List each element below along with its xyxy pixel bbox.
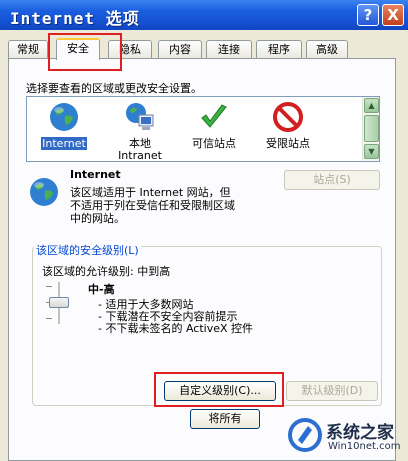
custom-level-button[interactable]: 自定义级别(C)... — [164, 381, 276, 401]
zone-label: 本地 Intranet — [118, 137, 162, 162]
globe-icon — [50, 103, 78, 131]
zone-internet[interactable]: Internet — [31, 101, 97, 150]
group-title: 该区域的安全级别(L) — [34, 242, 141, 258]
tab-security[interactable]: 安全 — [56, 38, 100, 60]
scroll-up-icon[interactable]: ▲ — [364, 98, 379, 113]
zone-label: 受限站点 — [266, 137, 310, 150]
tab-content[interactable]: 内容 — [158, 40, 202, 59]
globe-icon — [30, 178, 58, 206]
zone-description: 该区域适用于 Internet 网站，但 不适用于列在受信任和受限制区域 中的网… — [70, 186, 235, 225]
checkmark-icon — [201, 104, 227, 128]
title-bar: Internet 选项 ? X — [0, 0, 408, 30]
tab-privacy[interactable]: 隐私 — [108, 40, 152, 59]
no-entry-icon — [273, 102, 303, 132]
tab-programs[interactable]: 程序 — [256, 40, 302, 59]
zone-title: Internet — [70, 168, 121, 181]
tab-connections[interactable]: 连接 — [206, 40, 252, 59]
sites-button[interactable]: 站点(S) — [284, 170, 380, 190]
close-button[interactable]: X — [382, 4, 404, 26]
zone-trusted[interactable]: 可信站点 — [181, 101, 247, 150]
zone-label: Internet — [41, 137, 87, 150]
tab-general[interactable]: 常规 — [8, 40, 48, 59]
zone-prompt: 选择要查看的区域或更改安全设置。 — [26, 82, 202, 95]
allowed-levels: 该区域的允许级别: 中到高 — [42, 265, 171, 278]
zone-restricted[interactable]: 受限站点 — [255, 101, 321, 150]
default-level-button[interactable]: 默认级别(D) — [286, 381, 378, 401]
help-button[interactable]: ? — [357, 4, 379, 26]
zone-list[interactable]: Internet 本地 Intranet 可信站点 受限站点 ▲ ▼ — [26, 96, 380, 162]
window-title: Internet 选项 — [10, 9, 140, 28]
watermark-url: Win10net.com — [328, 441, 401, 452]
zone-intranet[interactable]: 本地 Intranet — [107, 101, 173, 162]
reset-all-button[interactable]: 将所有 — [190, 409, 260, 429]
level-name: 中-高 — [88, 283, 115, 296]
zone-list-scrollbar[interactable]: ▲ ▼ — [362, 97, 379, 161]
tab-advanced[interactable]: 高级 — [306, 40, 348, 59]
slider-thumb[interactable] — [49, 297, 69, 308]
scroll-down-icon[interactable]: ▼ — [364, 144, 379, 159]
logo-icon — [288, 418, 322, 452]
watermark-brand: 系统之家 — [326, 423, 394, 443]
watermark: 系统之家 Win10net.com — [286, 412, 408, 461]
zone-label: 可信站点 — [192, 137, 236, 150]
security-level-slider[interactable] — [44, 282, 74, 324]
level-bullet: - 不下载未签名的 ActiveX 控件 — [98, 322, 254, 335]
scroll-thumb[interactable] — [364, 115, 379, 142]
intranet-icon — [126, 103, 154, 130]
